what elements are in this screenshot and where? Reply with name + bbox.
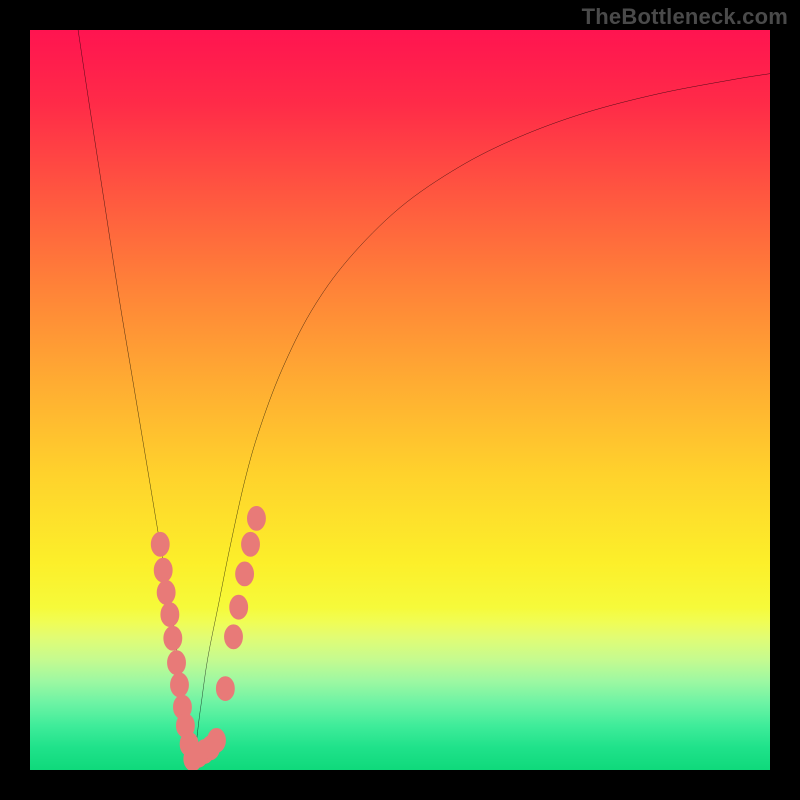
marker-group — [151, 507, 265, 770]
outer-frame: TheBottleneck.com — [0, 0, 800, 800]
marker-dot — [161, 603, 179, 627]
marker-dot — [242, 532, 260, 556]
marker-dot — [236, 562, 254, 586]
marker-dot — [154, 558, 172, 582]
marker-dot — [157, 581, 175, 605]
plot-area — [30, 30, 770, 770]
marker-dot — [208, 729, 226, 753]
marker-dot — [216, 677, 234, 701]
marker-dot — [225, 625, 243, 649]
marker-dot — [230, 595, 248, 619]
watermark-text: TheBottleneck.com — [582, 4, 788, 30]
marker-dot — [151, 532, 169, 556]
bottleneck-curve — [78, 30, 770, 759]
curve-layer — [30, 30, 770, 770]
marker-dot — [164, 626, 182, 650]
marker-dot — [168, 651, 186, 675]
marker-dot — [248, 507, 266, 531]
marker-dot — [171, 673, 189, 697]
